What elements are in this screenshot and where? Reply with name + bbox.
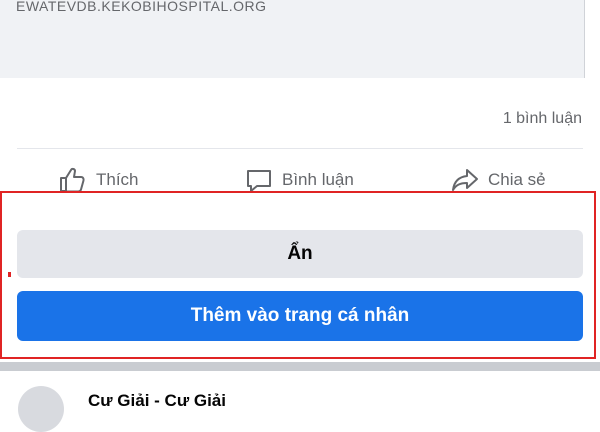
like-label: Thích xyxy=(96,170,139,189)
link-domain: EWATEVDB.KEKOBIHOSPITAL.ORG xyxy=(16,0,267,14)
avatar[interactable] xyxy=(18,386,64,432)
add-to-profile-button[interactable]: Thêm vào trang cá nhân xyxy=(17,291,583,341)
next-post-author[interactable]: Cư Giải - Cư Giải xyxy=(88,391,226,411)
action-divider xyxy=(17,148,583,149)
link-preview-body[interactable]: EWATEVDB.KEKOBIHOSPITAL.ORG xyxy=(0,0,585,78)
comment-label: Bình luận xyxy=(282,170,354,189)
hide-button[interactable]: Ẩn xyxy=(17,230,583,278)
annotation-mark xyxy=(8,272,11,277)
link-preview-card[interactable]: EWATEVDB.KEKOBIHOSPITAL.ORG xyxy=(0,0,600,88)
comment-count[interactable]: 1 bình luận xyxy=(503,110,582,128)
feed-separator xyxy=(0,362,600,371)
share-label: Chia sẻ xyxy=(488,170,546,189)
